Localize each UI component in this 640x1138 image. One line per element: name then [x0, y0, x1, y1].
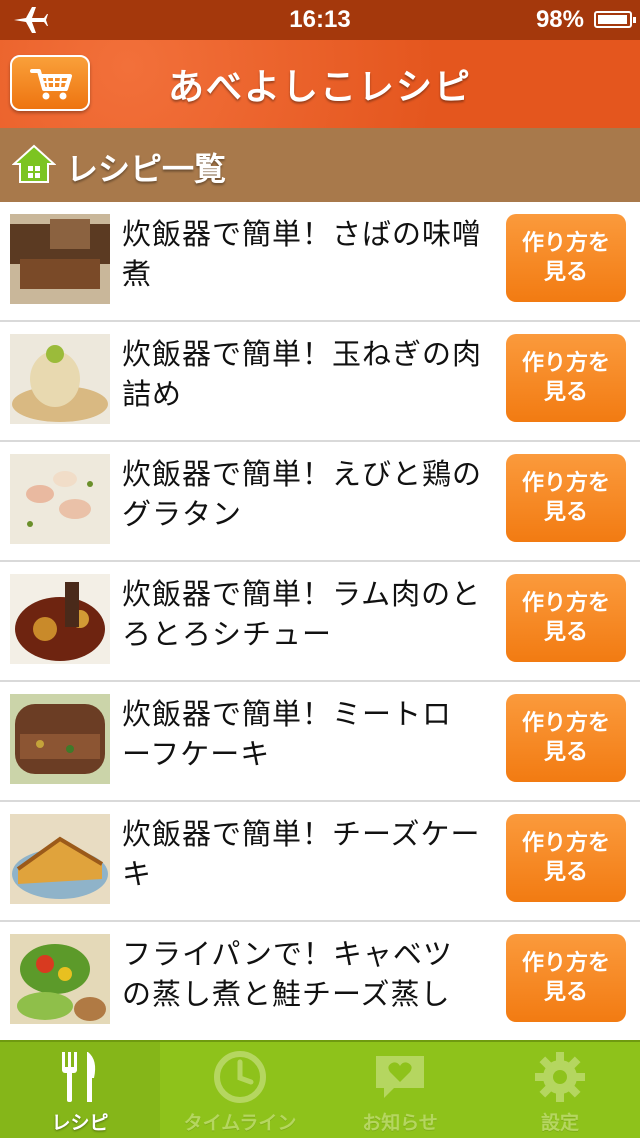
battery-percentage: 98% — [535, 6, 584, 33]
view-recipe-label: 作り方を見る — [521, 711, 610, 765]
recipe-title: フライパンで！キャベツの蒸し煮と鮭チーズ蒸し — [122, 937, 453, 1011]
recipe-row[interactable]: 炊飯器で簡単！さばの味噌煮 作り方を見る — [0, 202, 640, 322]
tab-label: タイムライン — [183, 1112, 297, 1134]
recipe-title: 炊飯器で簡単！チーズケーキ — [122, 817, 481, 891]
view-recipe-label: 作り方を見る — [521, 951, 610, 1005]
section-title: レシピ一覧 — [66, 150, 227, 188]
recipe-list: 炊飯器で簡単！さばの味噌煮 作り方を見る 炊飯器で簡単！玉ねぎの肉詰め 作り方を… — [0, 202, 640, 1042]
view-recipe-button[interactable]: 作り方を見る — [506, 454, 626, 542]
view-recipe-button[interactable]: 作り方を見る — [506, 214, 626, 302]
clock-icon — [214, 1051, 266, 1103]
recipe-thumbnail — [10, 934, 110, 1024]
recipe-title: 炊飯器で簡単！えびと鶏のグラタン — [122, 457, 482, 531]
recipe-row[interactable]: フライパンで！キャベツの蒸し煮と鮭チーズ蒸し 作り方を見る — [0, 922, 640, 1042]
tab-news[interactable]: お知らせ — [320, 1042, 480, 1138]
tab-settings[interactable]: 設定 — [480, 1042, 640, 1138]
view-recipe-label: 作り方を見る — [521, 831, 610, 885]
gear-icon — [535, 1052, 585, 1102]
tab-recipes[interactable]: レシピ — [0, 1042, 160, 1138]
view-recipe-label: 作り方を見る — [521, 591, 610, 645]
recipe-row[interactable]: 炊飯器で簡単！えびと鶏のグラタン 作り方を見る — [0, 442, 640, 562]
recipe-title: 炊飯器で簡単！さばの味噌煮 — [122, 217, 482, 291]
recipe-row[interactable]: 炊飯器で簡単！ラム肉のとろとろシチュー 作り方を見る — [0, 562, 640, 682]
recipe-thumbnail — [10, 694, 110, 784]
heart-message-icon — [376, 1056, 424, 1098]
recipe-title: 炊飯器で簡単！ミートローフケーキ — [122, 697, 453, 771]
recipe-title: 炊飯器で簡単！玉ねぎの肉詰め — [122, 337, 482, 411]
view-recipe-button[interactable]: 作り方を見る — [506, 934, 626, 1022]
nav-bar: あべよしこレシピ — [0, 40, 640, 128]
view-recipe-label: 作り方を見る — [521, 231, 610, 285]
view-recipe-label: 作り方を見る — [521, 471, 610, 525]
recipe-thumbnail — [10, 814, 110, 904]
recipe-thumbnail — [10, 214, 110, 304]
tab-label: お知らせ — [362, 1112, 438, 1134]
tab-timeline[interactable]: タイムライン — [160, 1042, 320, 1138]
home-icon — [12, 144, 56, 183]
recipe-thumbnail — [10, 334, 110, 424]
app-title: あべよしこレシピ — [167, 67, 472, 108]
fork-knife-icon — [62, 1052, 96, 1102]
recipe-title: 炊飯器で簡単！ラム肉のとろとろシチュー — [122, 577, 482, 651]
recipe-thumbnail — [10, 574, 110, 664]
tab-label: 設定 — [540, 1112, 579, 1134]
tab-label: レシピ — [51, 1112, 109, 1134]
section-header: レシピ一覧 — [0, 128, 640, 202]
recipe-row[interactable]: 炊飯器で簡単！ミートローフケーキ 作り方を見る — [0, 682, 640, 802]
battery-icon — [594, 11, 636, 28]
view-recipe-button[interactable]: 作り方を見る — [506, 694, 626, 782]
view-recipe-button[interactable]: 作り方を見る — [506, 334, 626, 422]
status-bar: 16:13 98% — [0, 0, 640, 40]
view-recipe-button[interactable]: 作り方を見る — [506, 574, 626, 662]
recipe-thumbnail — [10, 454, 110, 544]
recipe-row[interactable]: 炊飯器で簡単！チーズケーキ 作り方を見る — [0, 802, 640, 922]
view-recipe-button[interactable]: 作り方を見る — [506, 814, 626, 902]
view-recipe-label: 作り方を見る — [521, 351, 610, 405]
tab-bar: レシピ タイムライン お知らせ 設定 — [0, 1040, 640, 1138]
battery-fill — [598, 15, 628, 24]
recipe-row[interactable]: 炊飯器で簡単！玉ねぎの肉詰め 作り方を見る — [0, 322, 640, 442]
